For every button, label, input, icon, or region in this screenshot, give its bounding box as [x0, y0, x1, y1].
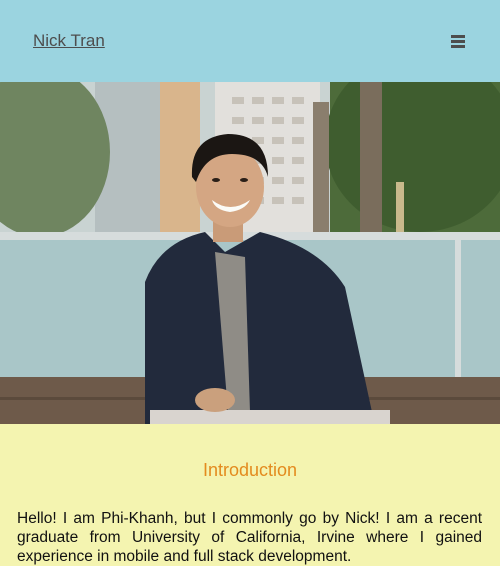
intro-paragraph: Hello! I am Phi-Khanh, but I commonly go…	[17, 510, 482, 565]
palm-trunk-2	[313, 102, 329, 242]
eye-left	[212, 178, 220, 182]
menu-bar	[451, 40, 465, 43]
site-name-link[interactable]: Nick Tran	[33, 31, 105, 51]
palm-trunk	[360, 82, 382, 242]
hero-photo	[0, 82, 500, 424]
hamburger-menu-icon[interactable]	[449, 33, 467, 49]
introduction-section: Introduction Hello! I am Phi-Khanh, but …	[0, 424, 500, 566]
site-header: Nick Tran	[0, 0, 500, 82]
menu-bar	[451, 45, 465, 48]
portrait-photo-illustration	[0, 82, 500, 424]
lap-pants	[150, 410, 390, 424]
section-heading: Introduction	[202, 460, 298, 480]
building-tan	[160, 82, 200, 232]
eye-right	[240, 178, 248, 182]
menu-bar	[451, 35, 465, 38]
hand-left	[195, 388, 235, 412]
